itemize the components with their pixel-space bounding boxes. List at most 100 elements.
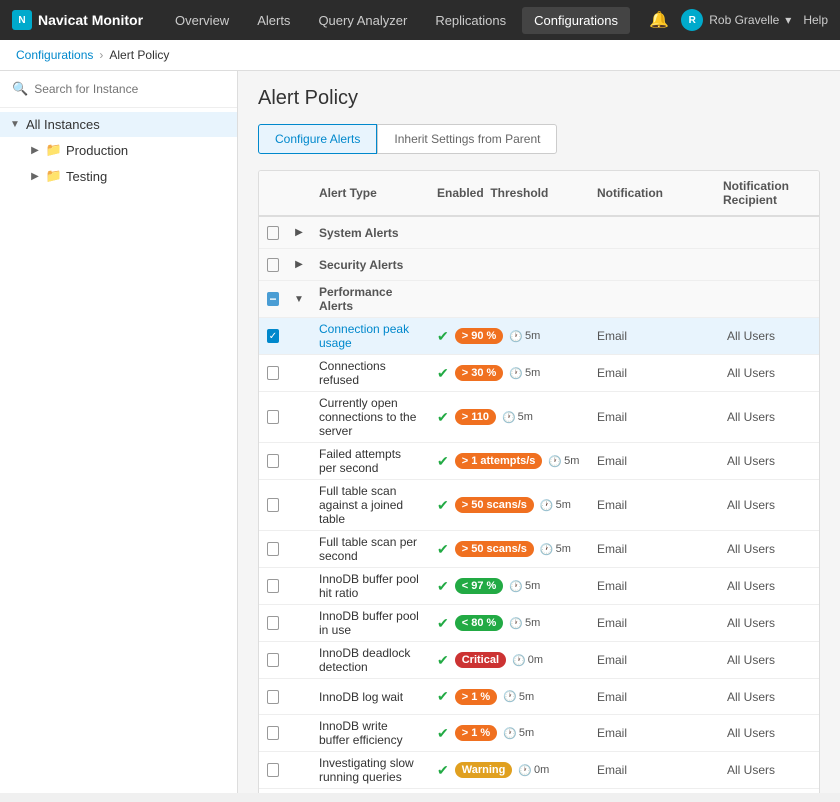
performance-alerts-toggle[interactable]: ▼ xyxy=(294,291,304,307)
time-badge: 🕐 0m xyxy=(518,764,549,777)
enabled-icon: ✔ xyxy=(437,652,449,669)
user-menu[interactable]: R Rob Gravelle ▾ xyxy=(681,9,791,31)
time-badge: 🕐 5m xyxy=(509,330,540,343)
row-name[interactable]: InnoDB write buffer efficiency xyxy=(311,715,429,751)
performance-alerts-checkbox[interactable]: − xyxy=(267,292,279,306)
row-checkbox[interactable] xyxy=(267,763,279,777)
bell-icon[interactable]: 🔔 xyxy=(649,10,669,30)
system-alerts-toggle[interactable]: ▶ xyxy=(295,225,303,241)
security-alerts-recipient xyxy=(719,261,819,269)
testing-toggle[interactable]: ▶ xyxy=(28,169,42,183)
enabled-icon: ✔ xyxy=(437,725,449,742)
row-check[interactable] xyxy=(259,406,287,428)
row-checkbox[interactable] xyxy=(267,498,279,512)
row-checkbox[interactable]: ✓ xyxy=(267,329,279,343)
system-alerts-check[interactable] xyxy=(259,222,287,244)
sidebar-item-production[interactable]: ▶ 📁 Production xyxy=(20,137,237,163)
row-expand xyxy=(287,729,311,737)
time-badge: 🕐 5m xyxy=(548,455,579,468)
row-checkbox[interactable] xyxy=(267,653,279,667)
row-name[interactable]: Full table scan against a joined table xyxy=(311,480,429,530)
top-nav: N Navicat Monitor Overview Alerts Query … xyxy=(0,0,840,40)
row-check[interactable] xyxy=(259,686,287,708)
row-name[interactable]: Failed attempts per second xyxy=(311,443,429,479)
search-input[interactable] xyxy=(34,82,225,96)
row-checkbox[interactable] xyxy=(267,366,279,380)
row-threshold: ✔ > 90 % 🕐 5m xyxy=(429,324,589,349)
row-check[interactable] xyxy=(259,759,287,781)
system-alerts-expand[interactable]: ▶ xyxy=(287,221,311,245)
row-name[interactable]: Maximum concurrently connections xyxy=(311,789,429,793)
sidebar-item-testing[interactable]: ▶ 📁 Testing xyxy=(20,163,237,189)
row-recipient: All Users xyxy=(719,575,819,597)
tab-inherit-settings[interactable]: Inherit Settings from Parent xyxy=(377,124,557,154)
row-checkbox[interactable] xyxy=(267,616,279,630)
row-name[interactable]: Full table scan per second xyxy=(311,531,429,567)
row-check[interactable] xyxy=(259,494,287,516)
row-check[interactable] xyxy=(259,722,287,744)
enabled-icon: ✔ xyxy=(437,497,449,514)
security-alerts-threshold xyxy=(429,261,589,269)
tab-configure-alerts[interactable]: Configure Alerts xyxy=(258,124,377,154)
row-recipient: All Users xyxy=(719,759,819,781)
sidebar-item-all-instances[interactable]: ▼ All Instances xyxy=(0,112,237,137)
threshold-badge: < 80 % xyxy=(455,615,504,631)
search-container: 🔍 xyxy=(0,71,237,108)
row-check[interactable] xyxy=(259,362,287,384)
help-link[interactable]: Help xyxy=(803,13,828,27)
enabled-icon: ✔ xyxy=(437,409,449,426)
row-check[interactable] xyxy=(259,575,287,597)
row-check[interactable]: ✓ xyxy=(259,325,287,347)
row-checkbox[interactable] xyxy=(267,579,279,593)
row-name[interactable]: Connections refused xyxy=(311,355,429,391)
nav-configurations[interactable]: Configurations xyxy=(522,7,630,34)
nav-query-analyzer[interactable]: Query Analyzer xyxy=(306,7,419,34)
row-name[interactable]: Currently open connections to the server xyxy=(311,392,429,442)
production-toggle[interactable]: ▶ xyxy=(28,143,42,157)
row-name[interactable]: Connection peak usage xyxy=(311,318,429,354)
breadcrumb-parent[interactable]: Configurations xyxy=(16,48,93,62)
nav-alerts[interactable]: Alerts xyxy=(245,7,302,34)
enabled-icon: ✔ xyxy=(437,541,449,558)
row-check[interactable] xyxy=(259,649,287,671)
threshold-badge: > 110 xyxy=(455,409,496,425)
system-alerts-checkbox[interactable] xyxy=(267,226,279,240)
row-check[interactable] xyxy=(259,450,287,472)
row-check[interactable] xyxy=(259,538,287,560)
row-notification: Email xyxy=(589,686,719,708)
performance-alerts-expand[interactable]: ▼ xyxy=(287,287,311,311)
security-alerts-check[interactable] xyxy=(259,254,287,276)
performance-alerts-recipient xyxy=(719,295,819,303)
group-system-alerts: ▶ System Alerts xyxy=(259,217,819,249)
nav-overview[interactable]: Overview xyxy=(163,7,241,34)
row-check[interactable] xyxy=(259,612,287,634)
row-name[interactable]: InnoDB buffer pool hit ratio xyxy=(311,568,429,604)
row-name[interactable]: InnoDB buffer pool in use xyxy=(311,605,429,641)
row-threshold: ✔ < 80 % 🕐 5m xyxy=(429,611,589,636)
row-threshold: ✔ Warning 🕐 0m xyxy=(429,758,589,783)
row-notification: Email xyxy=(589,722,719,744)
nav-replications[interactable]: Replications xyxy=(423,7,518,34)
row-checkbox[interactable] xyxy=(267,454,279,468)
row-name[interactable]: InnoDB deadlock detection xyxy=(311,642,429,678)
row-checkbox[interactable] xyxy=(267,410,279,424)
row-expand xyxy=(287,501,311,509)
row-name[interactable]: Investigating slow running queries xyxy=(311,752,429,788)
security-alerts-checkbox[interactable] xyxy=(267,258,279,272)
security-alerts-expand[interactable]: ▶ xyxy=(287,253,311,277)
row-recipient: All Users xyxy=(719,450,819,472)
all-instances-toggle[interactable]: ▼ xyxy=(8,118,22,132)
table-header: Alert Type Enabled Threshold Notificatio… xyxy=(259,171,819,217)
row-checkbox[interactable] xyxy=(267,542,279,556)
time-badge: 🕐 5m xyxy=(509,617,540,630)
time-badge: 🕐 5m xyxy=(540,543,571,556)
row-checkbox[interactable] xyxy=(267,690,279,704)
enabled-icon: ✔ xyxy=(437,578,449,595)
user-name: Rob Gravelle xyxy=(709,13,779,27)
row-innodb-log-wait: InnoDB log wait ✔ > 1 % 🕐 5m Email All U… xyxy=(259,679,819,715)
row-checkbox[interactable] xyxy=(267,726,279,740)
row-name[interactable]: InnoDB log wait xyxy=(311,686,429,708)
security-alerts-toggle[interactable]: ▶ xyxy=(295,257,303,273)
performance-alerts-check[interactable]: − xyxy=(259,288,287,310)
row-expand xyxy=(287,413,311,421)
